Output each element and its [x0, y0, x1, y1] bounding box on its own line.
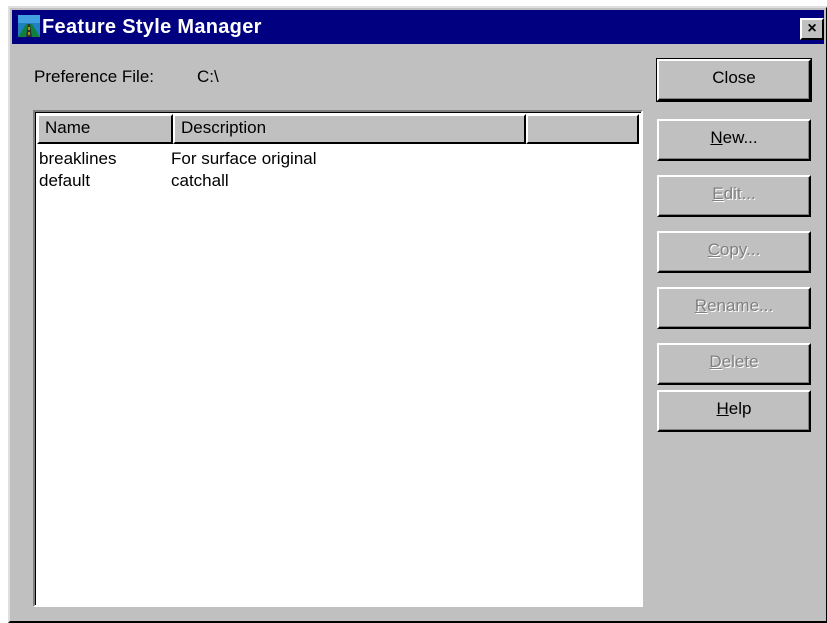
app-road-icon	[18, 15, 40, 37]
copy-button[interactable]: Copy...	[657, 231, 811, 273]
feature-style-manager-dialog: Feature Style Manager × Preference File:…	[8, 6, 827, 623]
edit-mnemonic: E	[712, 184, 724, 203]
help-button[interactable]: Help	[657, 390, 811, 432]
delete-mnemonic: D	[709, 352, 722, 371]
preference-file-label: Preference File:	[34, 67, 154, 86]
new-button[interactable]: New...	[657, 119, 811, 161]
delete-label: elete	[721, 352, 759, 371]
close-button[interactable]: Close	[656, 58, 812, 102]
list-header: Name Description	[37, 114, 639, 144]
new-mnemonic: N	[710, 128, 723, 147]
preference-file-value: C:\	[197, 67, 219, 86]
new-label: ew...	[722, 128, 758, 147]
list-item[interactable]: default catchall	[39, 170, 639, 192]
copy-label: opy...	[719, 240, 761, 259]
copy-mnemonic: C	[707, 240, 720, 259]
help-mnemonic: H	[716, 399, 729, 418]
close-icon[interactable]: ×	[800, 18, 824, 40]
column-header-description[interactable]: Description	[173, 114, 526, 144]
item-name: breaklines	[39, 149, 117, 168]
item-description: catchall	[171, 171, 229, 190]
list-item[interactable]: breaklines For surface original	[39, 148, 639, 170]
feature-style-list[interactable]: Name Description breaklines For surface …	[33, 110, 643, 607]
column-header-extra[interactable]	[526, 114, 639, 144]
delete-button[interactable]: Delete	[657, 343, 811, 385]
item-name: default	[39, 171, 91, 190]
title-bar[interactable]: Feature Style Manager ×	[12, 10, 824, 44]
rename-label: ename...	[707, 296, 774, 315]
item-description: For surface original	[171, 149, 317, 168]
edit-button[interactable]: Edit...	[657, 175, 811, 217]
window-title: Feature Style Manager	[42, 16, 262, 38]
column-header-name[interactable]: Name	[37, 114, 173, 144]
help-label: elp	[728, 399, 752, 418]
rename-mnemonic: R	[694, 296, 708, 315]
rename-button[interactable]: Rename...	[657, 287, 811, 329]
edit-label: dit...	[723, 184, 756, 203]
